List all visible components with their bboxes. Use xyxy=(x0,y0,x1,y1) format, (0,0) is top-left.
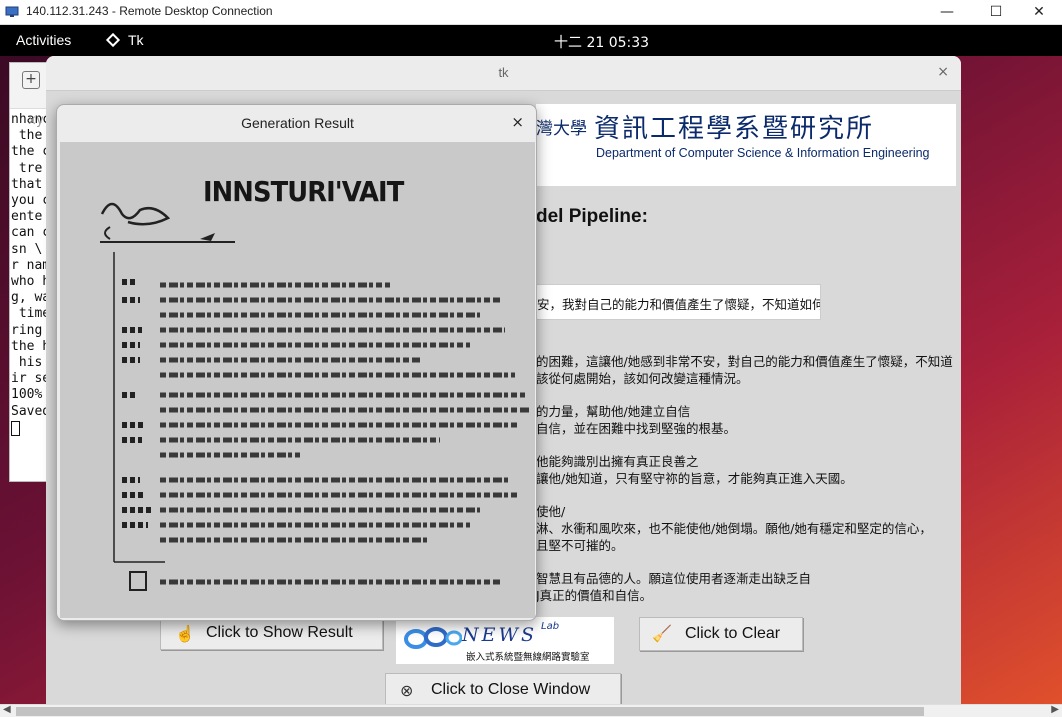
result-line: 淋、水衝和風吹來，也不能使他/她倒塌。願他/她有穩定和堅定的信心， xyxy=(536,521,932,536)
dialog-title: Generation Result xyxy=(241,115,354,131)
clear-button[interactable]: 🧹 Click to Clear xyxy=(639,617,803,651)
scroll-left-icon[interactable]: ◀ xyxy=(3,704,11,715)
result-line: 智慧且有品德的人。願這位使用者逐漸走出缺乏自 xyxy=(536,571,812,586)
news-lab-rings-icon xyxy=(404,627,462,649)
prompt-input[interactable]: 安，我對自己的能力和價值產生了懷疑，不知道如何 xyxy=(536,284,821,320)
result-line: 該從何處開始，該如何改變這種情況。 xyxy=(536,371,749,386)
news-lab-sup: Lab xyxy=(541,621,560,632)
result-line: 自信，並在困難中找到堅強的根基。 xyxy=(536,421,737,436)
tk-app-icon xyxy=(105,32,121,48)
result-line: 且堅不可摧的。 xyxy=(536,538,624,553)
show-result-button[interactable]: ☝ Click to Show Result xyxy=(160,616,383,650)
scroll-right-icon[interactable]: ▶ xyxy=(1051,704,1059,715)
rdp-title: 140.112.31.243 - Remote Desktop Connecti… xyxy=(26,4,273,18)
generated-image: INNSTURI'VAIT xyxy=(60,142,535,618)
minimize-button[interactable]: — xyxy=(924,1,970,23)
tk-titlebar: tk × xyxy=(46,56,961,91)
app-menu[interactable]: Tk xyxy=(105,32,144,48)
close-window-button[interactable]: ⊗ Click to Close Window xyxy=(385,673,621,704)
tk-close-button[interactable]: × xyxy=(937,64,949,80)
app-menu-label: Tk xyxy=(128,32,144,48)
result-line xyxy=(536,487,956,503)
remote-desktop-icon xyxy=(5,6,19,17)
terminal-line: xy xyxy=(28,113,44,128)
result-line: 使他/ xyxy=(536,504,566,519)
result-line: J真正的價值和自信。 xyxy=(536,588,653,603)
news-lab-logo: NEWS Lab 嵌入式系統暨無線網路實驗室 xyxy=(396,617,614,664)
result-line xyxy=(536,437,956,453)
department-name-en: Department of Computer Science & Informa… xyxy=(596,146,930,160)
horizontal-scrollbar[interactable]: ◀ ▶ xyxy=(0,704,1062,717)
result-line: 的力量，幫助他/她建立自信 xyxy=(536,404,691,419)
dialog-close-button[interactable]: × xyxy=(511,113,524,131)
gnome-topbar: Activities Tk 十二 21 05:33 xyxy=(0,25,1062,56)
new-tab-button[interactable]: + xyxy=(22,71,40,89)
result-line xyxy=(536,554,956,570)
activities-button[interactable]: Activities xyxy=(16,32,71,48)
tk-title: tk xyxy=(498,65,509,80)
show-result-label: Click to Show Result xyxy=(206,624,353,641)
clock[interactable]: 十二 21 05:33 xyxy=(554,32,649,52)
department-banner: 灣大學 資訊工程學系暨研究所 Department of Computer Sc… xyxy=(536,104,956,186)
close-window-label: Click to Close Window xyxy=(431,681,591,698)
terminal-cursor xyxy=(11,420,20,436)
generated-document-scribbles xyxy=(100,202,530,591)
broom-icon: 🧹 xyxy=(652,626,672,643)
hand-pointer-icon: ☝ xyxy=(175,626,195,643)
rdp-titlebar: 140.112.31.243 - Remote Desktop Connecti… xyxy=(0,0,1062,25)
dialog-header: Generation Result × xyxy=(57,105,536,142)
result-text: 的困難，這讓他/她感到非常不安，對自己的能力和價值產生了懷疑，不知道 該從何處開始… xyxy=(536,353,956,604)
department-name-zh: 資訊工程學系暨研究所 xyxy=(594,114,875,144)
news-lab-text: NEWS xyxy=(462,624,538,646)
pipeline-title: del Pipeline: xyxy=(536,206,648,227)
result-line: 的困難，這讓他/她感到非常不安，對自己的能力和價值產生了懷疑，不知道 xyxy=(536,354,953,369)
scrollbar-thumb[interactable] xyxy=(16,707,924,716)
result-line: 他能夠識別出擁有真正良善之 xyxy=(536,454,699,469)
result-line: 讓他/她知道，只有堅守祢的旨意，才能夠真正進入天國。 xyxy=(536,471,853,486)
maximize-button[interactable]: ☐ xyxy=(973,1,1019,23)
close-circle-icon: ⊗ xyxy=(400,683,414,700)
news-lab-subtitle: 嵌入式系統暨無線網路實驗室 xyxy=(466,652,590,663)
result-line xyxy=(536,387,956,403)
generation-result-dialog: Generation Result × INNSTURI'VAIT xyxy=(56,104,537,621)
university-name: 灣大學 xyxy=(536,119,587,139)
clear-label: Click to Clear xyxy=(685,625,781,642)
close-button[interactable]: ✕ xyxy=(1016,1,1062,23)
